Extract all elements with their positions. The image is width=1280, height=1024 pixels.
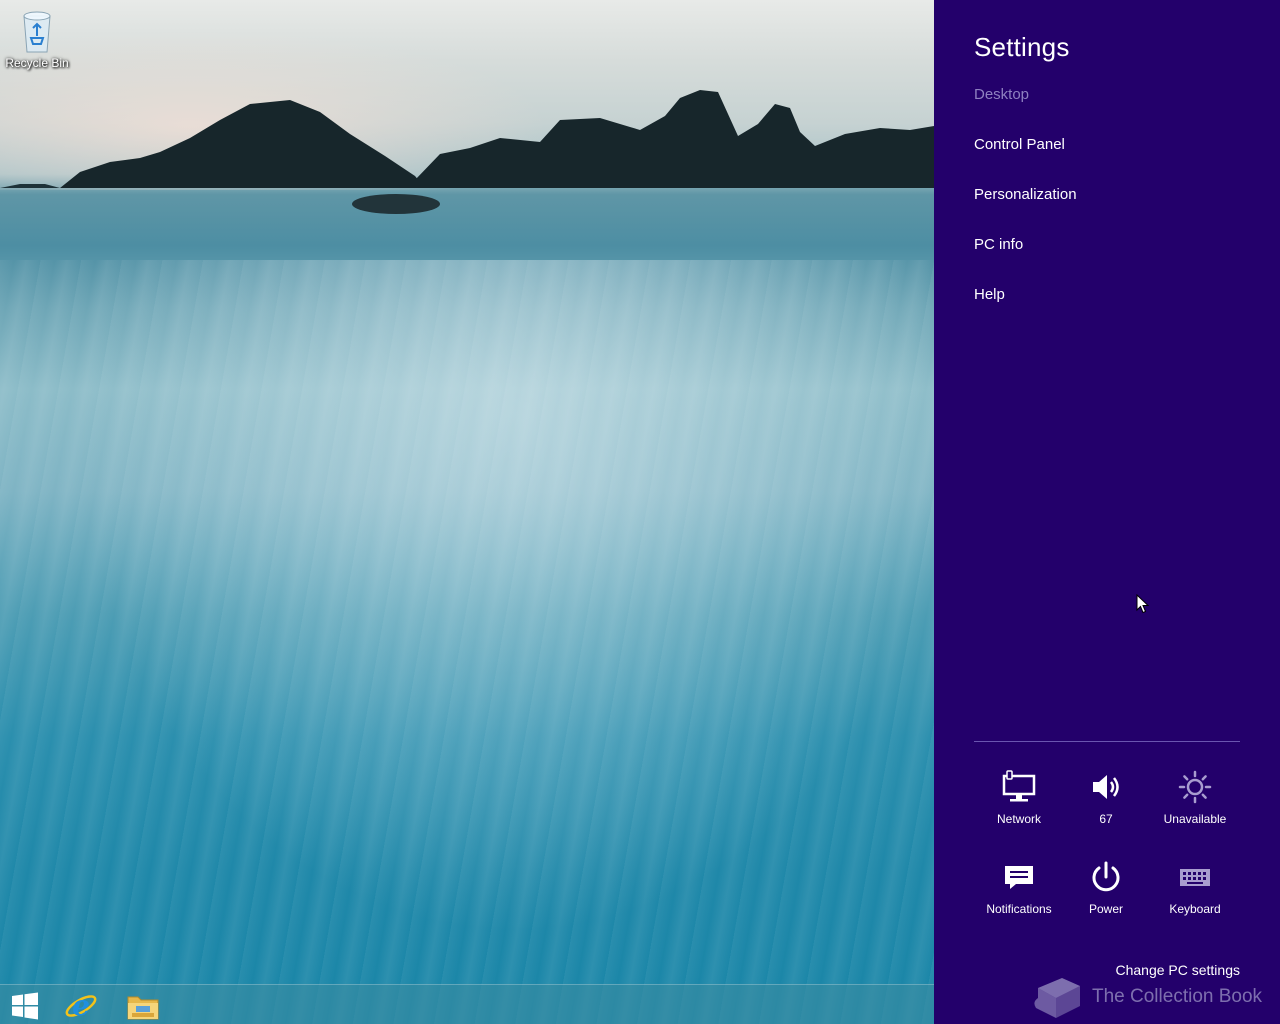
network-label: Network (996, 812, 1041, 826)
network-button[interactable]: Network (974, 770, 1064, 834)
keyboard-button[interactable]: Keyboard (1150, 860, 1240, 924)
power-label: Power (1088, 902, 1123, 916)
power-button[interactable]: Power (1061, 860, 1151, 924)
windows-logo-icon (12, 992, 38, 1020)
charm-divider (974, 741, 1240, 742)
taskbar-internet-explorer-button[interactable]: e (56, 987, 106, 1024)
control-panel-link[interactable]: Control Panel (974, 136, 1065, 153)
mouse-cursor-icon (1136, 594, 1150, 614)
brightness-icon (1178, 770, 1212, 804)
keyboard-label: Keyboard (1169, 902, 1221, 916)
speaker-icon (1093, 775, 1119, 799)
book-icon (1034, 978, 1080, 1018)
help-link[interactable]: Help (974, 286, 1005, 303)
desktop-icon-recycle-bin[interactable]: Recycle Bin (2, 4, 72, 76)
brightness-label: Unavailable (1163, 812, 1227, 826)
power-icon (1092, 861, 1120, 892)
brightness-button[interactable]: Unavailable (1150, 770, 1240, 834)
water-streaks (0, 260, 934, 1024)
volume-button[interactable]: 67 (1061, 770, 1151, 834)
watermark-text: The Collection Book (1092, 986, 1263, 1007)
desktop-wallpaper[interactable]: Recycle Bin (0, 0, 934, 1024)
charm-context-label: Desktop (974, 86, 1030, 103)
recycle-bin-icon (23, 11, 51, 53)
keyboard-icon (1180, 869, 1210, 886)
watermark: The Collection Book (1028, 972, 1268, 1022)
settings-charm-pane: Settings Desktop Control Panel Personali… (934, 0, 1280, 1024)
notifications-icon (1005, 866, 1033, 889)
pc-info-link[interactable]: PC info (974, 236, 1023, 253)
start-button[interactable] (0, 987, 50, 1024)
notifications-label: Notifications (986, 902, 1052, 916)
network-icon (1002, 770, 1036, 802)
file-explorer-icon (127, 996, 159, 1020)
internet-explorer-icon: e (65, 989, 97, 1022)
charm-title: Settings (974, 32, 1070, 62)
volume-level-label: 67 (1099, 812, 1113, 826)
rock-silhouettes (0, 90, 934, 214)
taskbar: e (0, 984, 934, 1024)
taskbar-file-explorer-button[interactable] (118, 987, 168, 1024)
screen: Recycle Bin e Settings Desktop Control P… (0, 0, 1280, 1024)
recycle-bin-label: Recycle Bin (5, 56, 69, 70)
notifications-button[interactable]: Notifications (974, 860, 1064, 924)
svg-text:e: e (72, 989, 90, 1022)
personalization-link[interactable]: Personalization (974, 186, 1077, 203)
